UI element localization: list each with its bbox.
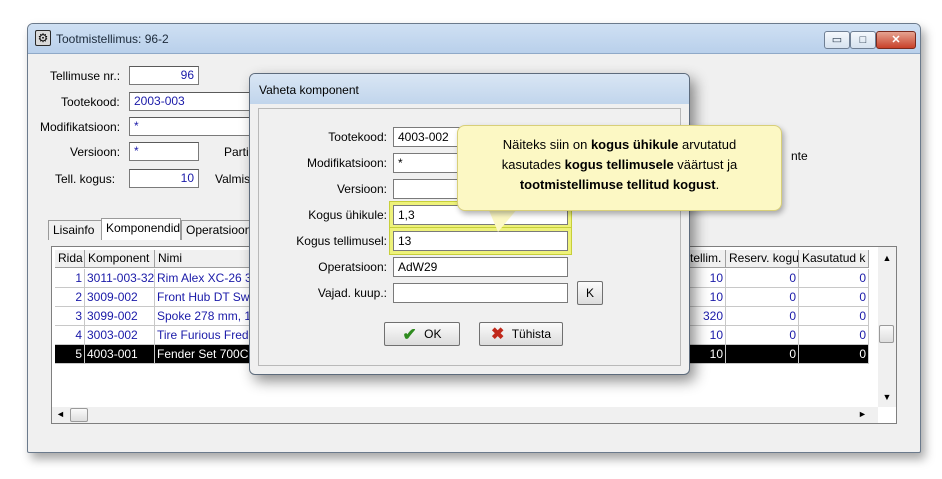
callout-line-1: Näiteks siin on kogus ühikule arvutatud: [470, 135, 769, 155]
operatsioon-label: Operatsioon:: [318, 260, 387, 274]
callout-bold: tootmistellimuse tellitud kogust: [519, 177, 716, 192]
kogus-uhikule-label: Kogus ühikule:: [308, 208, 387, 222]
callout-text: Näiteks siin on: [502, 137, 591, 152]
scroll-left-arrow-icon[interactable]: ◄: [56, 409, 66, 419]
cell-reserv: 0: [726, 269, 799, 288]
cell-kasutatud: 0: [799, 345, 869, 364]
cell-kasutatud: 0: [799, 269, 869, 288]
callout-bold: kogus ühikule: [590, 137, 679, 152]
callout-text: arvutatud: [678, 137, 737, 152]
callout-line-3: tootmistellimuse tellitud kogust.: [470, 175, 769, 195]
kogus-tellimusel-field[interactable]: 13: [393, 231, 568, 251]
cell-tellim: 10: [687, 288, 726, 307]
partii-label: Partii: [224, 145, 252, 159]
maximize-button[interactable]: □: [850, 31, 876, 49]
cell-reserv: 0: [726, 307, 799, 326]
dialog-modifikatsioon-label: Modifikatsioon:: [306, 156, 387, 170]
cell-tellim: 10: [687, 269, 726, 288]
cancel-button[interactable]: ✖ Tühista: [479, 322, 563, 346]
cell-rida: 1: [55, 269, 85, 288]
scroll-up-arrow-icon[interactable]: ▲: [880, 253, 894, 263]
cell-reserv: 0: [726, 345, 799, 364]
horizontal-scrollbar[interactable]: ◄ ►: [52, 407, 878, 423]
versioon-field[interactable]: *: [129, 142, 199, 161]
cell-kasutatud: 0: [799, 326, 869, 345]
cell-komponent: 3011-003-32I: [85, 269, 155, 288]
valmis-label: Valmis: [215, 172, 251, 186]
ok-button[interactable]: ✔ OK: [384, 322, 460, 346]
cell-reserv: 0: [726, 326, 799, 345]
cell-komponent: 3099-002: [85, 307, 155, 326]
tell-kogus-field[interactable]: 10: [129, 169, 199, 188]
vajad-kuup-field[interactable]: [393, 283, 568, 303]
modifikatsioon-label: Modifikatsioon:: [40, 120, 121, 134]
header-reserv-kogus[interactable]: Reserv. kogu: [726, 250, 799, 268]
callout-line-2: kasutades kogus tellimusele väärtust ja: [470, 155, 769, 175]
cell-komponent: 4003-001: [85, 345, 155, 364]
app-icon: ⚙: [35, 30, 51, 46]
cell-tellim: 10: [687, 326, 726, 345]
dialog-title: Vaheta komponent: [259, 83, 359, 97]
main-titlebar[interactable]: ⚙ Tootmistellimus: 96-2 ▭ □ ✕: [28, 24, 920, 54]
tab-komponendid[interactable]: Komponendid: [101, 218, 181, 240]
header-tellim[interactable]: tellim.: [687, 250, 726, 268]
change-component-dialog: Vaheta komponent Tootekood: 4003-002 Mod…: [249, 73, 690, 375]
callout-text: kasutades: [501, 157, 565, 172]
checkmark-icon: ✔: [402, 325, 417, 344]
vajad-kuup-label: Vajad. kuup.:: [317, 286, 387, 300]
x-icon: ✖: [490, 326, 505, 343]
tooltip-callout: Näiteks siin on kogus ühikule arvutatud …: [457, 125, 782, 211]
minimize-button[interactable]: ▭: [824, 31, 850, 49]
cell-komponent: 3009-002: [85, 288, 155, 307]
cell-komponent: 3003-002: [85, 326, 155, 345]
dialog-titlebar[interactable]: Vaheta komponent: [250, 74, 689, 104]
window-title: Tootmistellimus: 96-2: [56, 32, 169, 46]
ok-button-label: OK: [424, 327, 442, 341]
cell-rida: 3: [55, 307, 85, 326]
dialog-tootekood-label: Tootekood:: [328, 130, 387, 144]
tell-kogus-label: Tell. kogus:: [55, 172, 116, 186]
scroll-down-arrow-icon[interactable]: ▼: [880, 392, 894, 402]
cell-rida: 2: [55, 288, 85, 307]
dialog-versioon-label: Versioon:: [336, 182, 387, 196]
right-partial-label: nte: [791, 149, 808, 163]
callout-text: väärtust ja: [673, 157, 738, 172]
operatsioon-field[interactable]: AdW29: [393, 257, 568, 277]
header-rida[interactable]: Rida: [55, 250, 85, 268]
cell-tellim: 10: [687, 345, 726, 364]
callout-bold: kogus tellimusele: [564, 157, 674, 172]
close-button[interactable]: ✕: [876, 31, 916, 49]
horizontal-scroll-thumb[interactable]: [70, 408, 88, 422]
callout-text: .: [715, 177, 720, 192]
scroll-right-arrow-icon[interactable]: ►: [858, 409, 868, 419]
header-komponent[interactable]: Komponent: [85, 250, 155, 268]
kogus-tellimusel-label: Kogus tellimusel:: [296, 234, 387, 248]
tellimuse-nr-label: Tellimuse nr.:: [50, 69, 121, 83]
vertical-scroll-thumb[interactable]: [879, 325, 894, 343]
cell-tellim: 320: [687, 307, 726, 326]
calendar-k-button[interactable]: K: [577, 281, 603, 305]
cell-rida: 5: [55, 345, 85, 364]
cancel-button-label: Tühista: [511, 327, 552, 341]
header-kasutatud-kogus[interactable]: Kasutatud k: [799, 250, 869, 268]
cell-rida: 4: [55, 326, 85, 345]
tellimuse-nr-field[interactable]: 96: [129, 66, 199, 85]
vertical-scrollbar[interactable]: ▲ ▼: [878, 247, 896, 407]
cell-kasutatud: 0: [799, 288, 869, 307]
cell-kasutatud: 0: [799, 307, 869, 326]
tootekood-label: Tootekood:: [61, 95, 120, 109]
versioon-label: Versioon:: [70, 145, 121, 159]
tootekood-field[interactable]: 2003-003: [129, 92, 252, 111]
tab-lisainfo[interactable]: Lisainfo: [48, 220, 102, 240]
callout-tail: [488, 208, 518, 232]
cell-reserv: 0: [726, 288, 799, 307]
modifikatsioon-field[interactable]: *: [129, 117, 252, 136]
